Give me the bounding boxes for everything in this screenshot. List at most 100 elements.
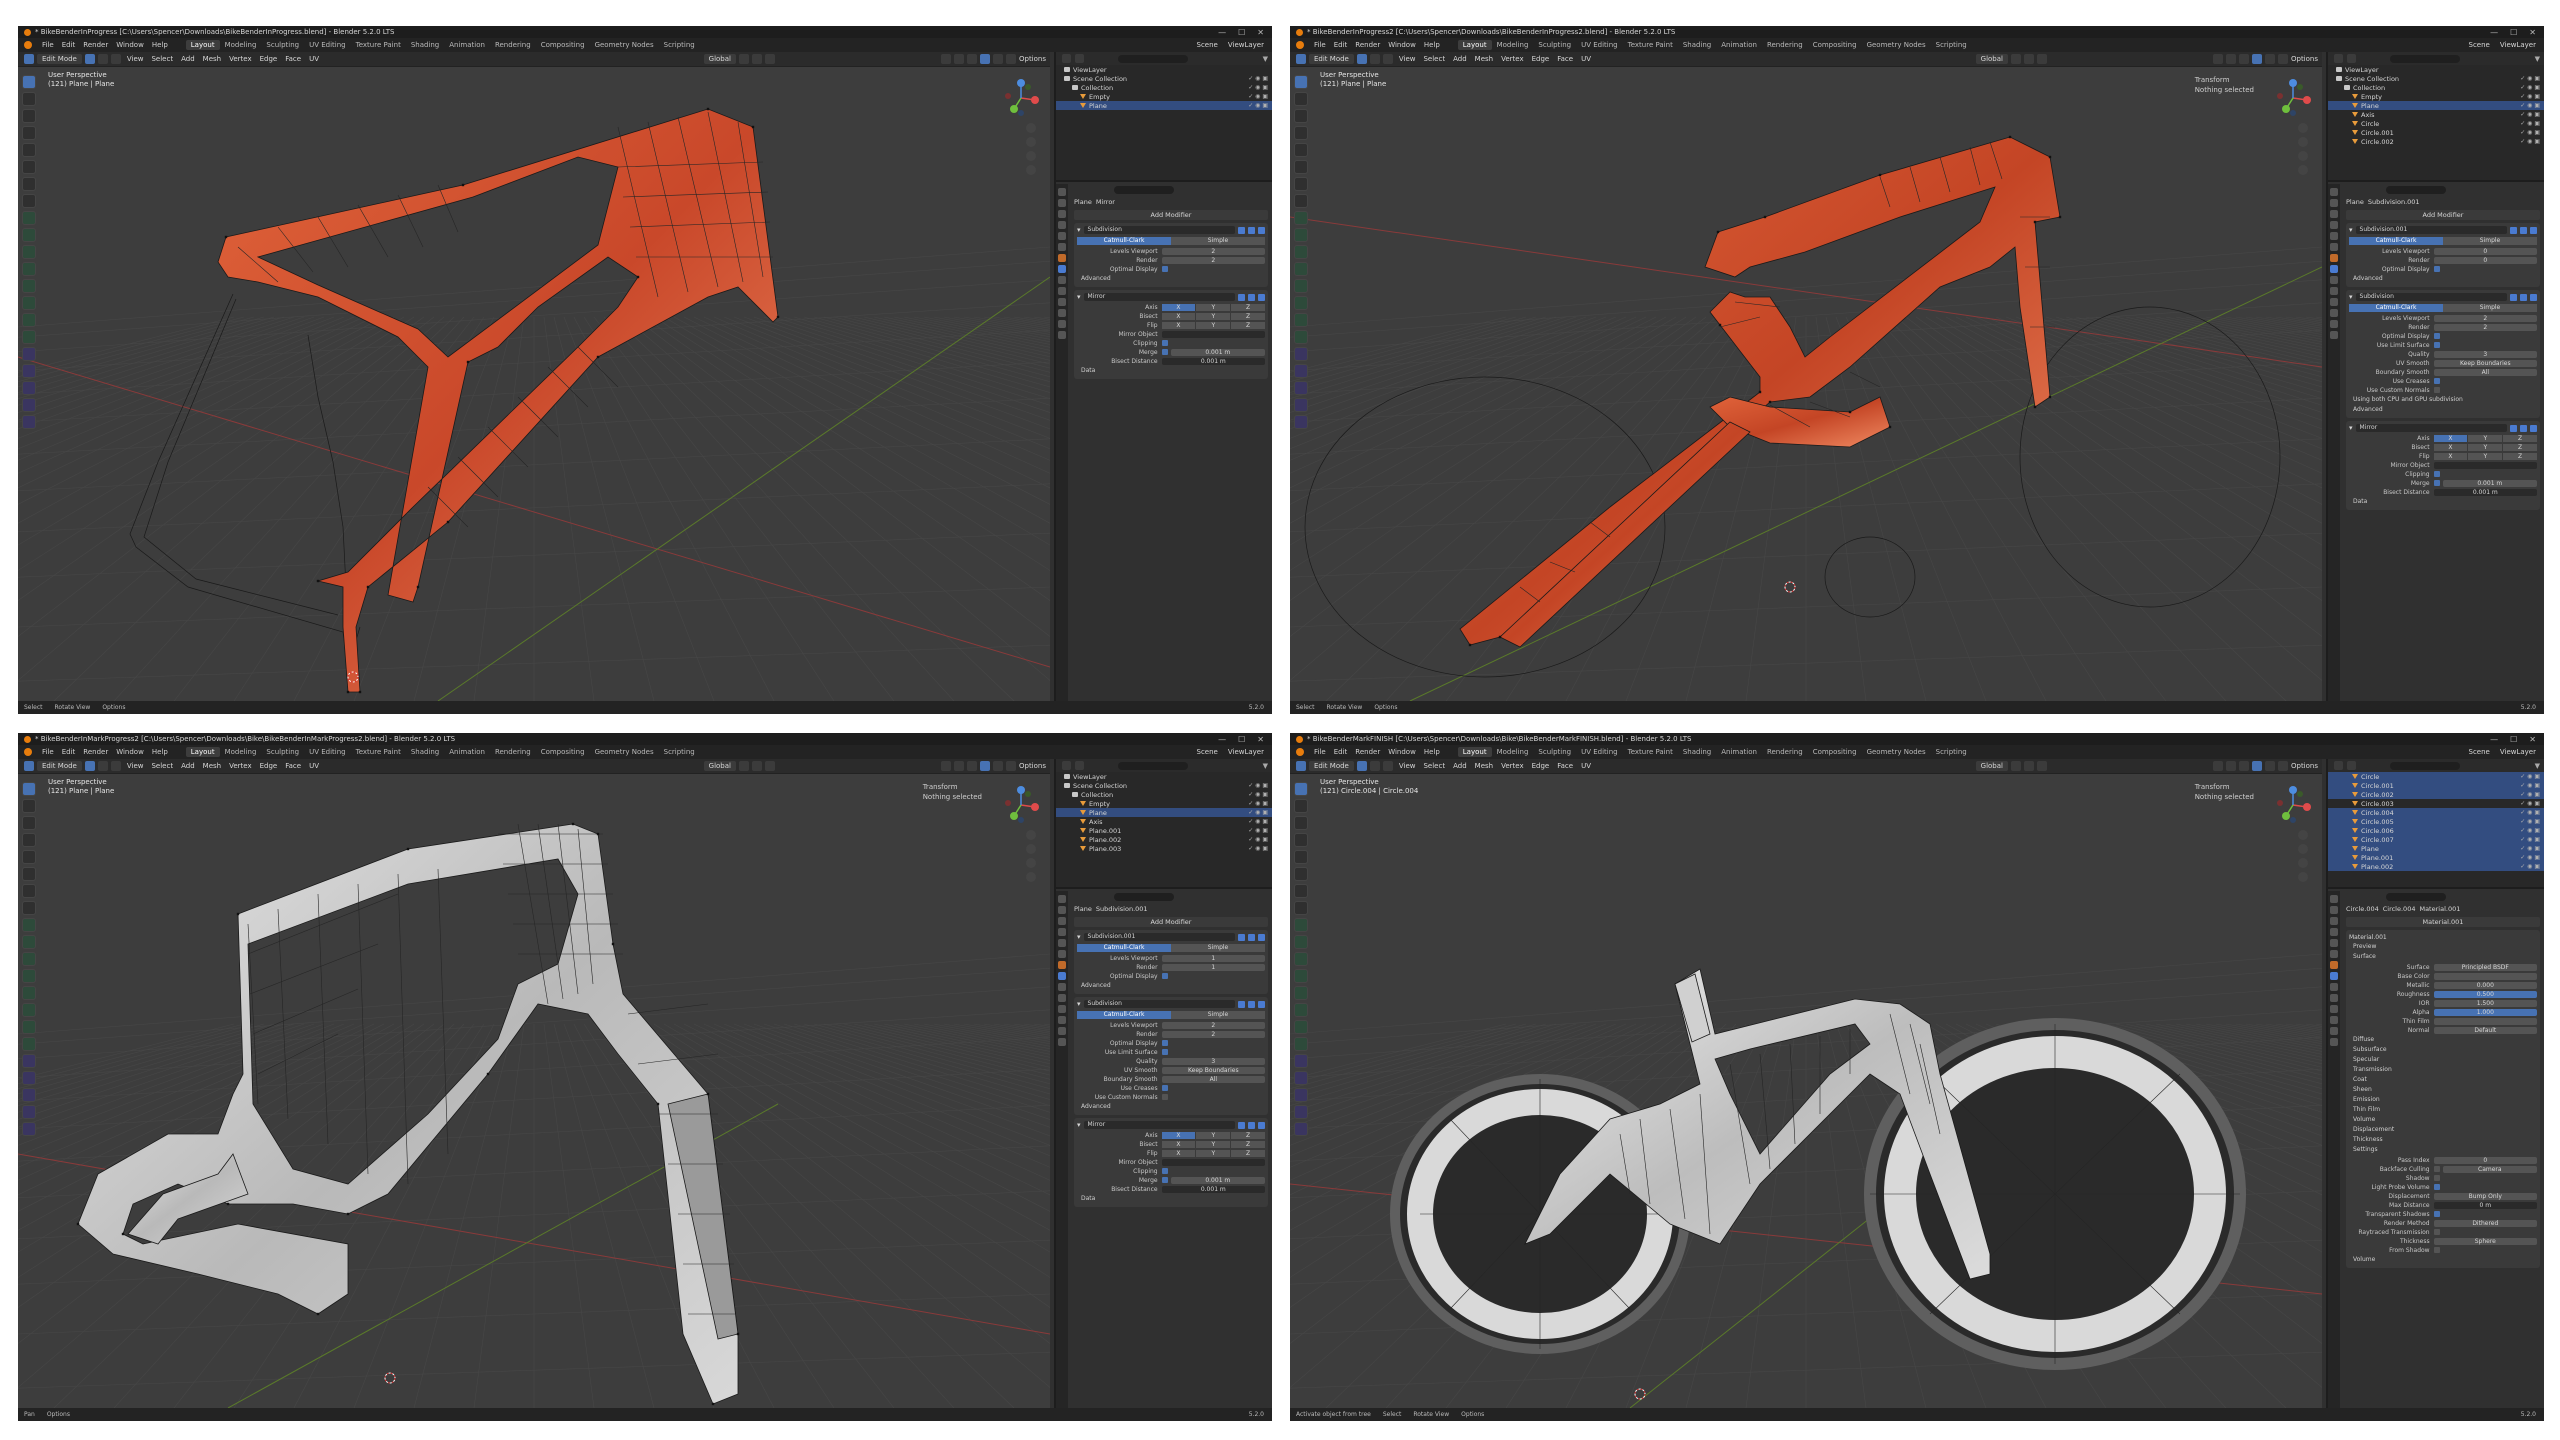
- tool-tab-icon[interactable]: [1058, 188, 1066, 196]
- property-field[interactable]: Normal Default: [2349, 1026, 2537, 1034]
- tab-uv-editing[interactable]: UV Editing: [1576, 40, 1623, 50]
- outliner-row[interactable]: Empty ✓ ◉ ▣: [2328, 92, 2544, 101]
- face-select-icon[interactable]: [1382, 54, 1393, 64]
- tab-geometry-nodes[interactable]: Geometry Nodes: [1862, 747, 1931, 757]
- cursor-tool-icon[interactable]: [22, 799, 36, 813]
- field-value[interactable]: 0.000: [2433, 981, 2537, 989]
- scene-tab-icon[interactable]: [2330, 939, 2338, 947]
- segment-option[interactable]: Simple: [2443, 237, 2537, 245]
- subsection-header[interactable]: Diffuse: [2349, 1036, 2537, 1044]
- filter-icon[interactable]: ▼: [2535, 55, 2540, 63]
- property-field[interactable]: Render 2: [1077, 256, 1265, 264]
- axis-z[interactable]: Z: [2503, 434, 2537, 442]
- solid-shading-icon[interactable]: [979, 54, 990, 64]
- display-mode-icon[interactable]: [2347, 54, 2356, 63]
- blender-menu-icon[interactable]: [24, 41, 32, 49]
- property-field[interactable]: Backface Culling Camera: [2349, 1165, 2537, 1173]
- material-tab-icon[interactable]: [2330, 1027, 2338, 1035]
- property-field[interactable]: Quality 3: [1077, 1057, 1265, 1065]
- property-field[interactable]: Clipping: [1077, 339, 1265, 347]
- navigation-gizmo[interactable]: [1002, 786, 1040, 824]
- checkbox[interactable]: [1161, 340, 1168, 346]
- visibility-toggles[interactable]: ✓ ◉ ▣: [2520, 75, 2540, 82]
- render-toggle-icon[interactable]: [1258, 1000, 1265, 1008]
- blender-menu-icon[interactable]: [24, 748, 32, 756]
- visibility-toggles[interactable]: ✓ ◉ ▣: [2520, 93, 2540, 100]
- section-header[interactable]: Surface: [2349, 953, 2537, 961]
- collapse-chevron-icon[interactable]: ▾: [1077, 1121, 1081, 1129]
- visibility-toggles[interactable]: ✓ ◉ ▣: [2520, 102, 2540, 109]
- viewport-toggle-icon[interactable]: [2520, 226, 2527, 234]
- axis-x[interactable]: X: [1161, 312, 1196, 320]
- data-tab-icon[interactable]: [2330, 1016, 2338, 1024]
- blender-menu-icon[interactable]: [1296, 41, 1304, 49]
- field-value[interactable]: 1.500: [2433, 999, 2537, 1007]
- axis-row[interactable]: Axis X Y Z: [1077, 303, 1265, 311]
- axis-x[interactable]: X: [1161, 1149, 1196, 1157]
- field-value[interactable]: 3: [1161, 1057, 1265, 1065]
- checkbox[interactable]: [1161, 1094, 1168, 1100]
- rip-tool-icon[interactable]: [1294, 1122, 1308, 1136]
- bevel-tool-icon[interactable]: [22, 969, 36, 983]
- segment-option[interactable]: Catmull-Clark: [1077, 1011, 1171, 1019]
- viewport-menu-face[interactable]: Face: [1554, 762, 1576, 770]
- viewport-toggle-icon[interactable]: [1248, 933, 1255, 941]
- field-value[interactable]: 0: [2433, 256, 2537, 264]
- modifier-wrench-tab-icon[interactable]: [2330, 972, 2338, 980]
- close-icon[interactable]: ✕: [1257, 28, 1264, 37]
- viewport-menu-add[interactable]: Add: [178, 762, 198, 770]
- xray-icon[interactable]: [953, 761, 964, 771]
- field-value[interactable]: [2433, 1017, 2537, 1025]
- axis-row[interactable]: Bisect X Y Z: [2349, 443, 2537, 451]
- 3d-viewport[interactable]: User Perspective (121) Plane | Plane: [18, 67, 1050, 701]
- viewport-menu-add[interactable]: Add: [1450, 55, 1470, 63]
- viewport-menu-uv[interactable]: UV: [1578, 55, 1594, 63]
- outliner-row[interactable]: ViewLayer: [1056, 772, 1272, 781]
- outliner-row[interactable]: Circle.006 ✓ ◉ ▣: [2328, 826, 2544, 835]
- section-header[interactable]: Displacement: [2349, 1126, 2537, 1134]
- editmode-toggle-icon[interactable]: [2510, 226, 2517, 234]
- mode-selector[interactable]: Edit Mode: [37, 761, 82, 771]
- face-select-icon[interactable]: [110, 54, 121, 64]
- viewport-menu-mesh[interactable]: Mesh: [1472, 762, 1496, 770]
- property-field[interactable]: Use Limit Surface: [1077, 1048, 1265, 1056]
- checkbox[interactable]: [1161, 1168, 1168, 1174]
- edge-slide-tool-icon[interactable]: [22, 364, 36, 378]
- rotate-tool-icon[interactable]: [22, 126, 36, 140]
- output-tab-icon[interactable]: [2330, 917, 2338, 925]
- loop-cut-tool-icon[interactable]: [1294, 279, 1308, 293]
- section-header[interactable]: Data: [2349, 498, 2537, 506]
- field-value[interactable]: 0 m: [2433, 1201, 2537, 1209]
- wireframe-shading-icon[interactable]: [2238, 54, 2249, 64]
- scene-tab-icon[interactable]: [1058, 232, 1066, 240]
- checkbox[interactable]: [2433, 1229, 2440, 1235]
- ortho-grid-icon[interactable]: [2298, 872, 2308, 882]
- visibility-toggles[interactable]: ✓ ◉ ▣: [1248, 845, 1268, 852]
- modifier-header[interactable]: ▾ Subdivision.001: [1077, 932, 1265, 942]
- viewport-menu-edge[interactable]: Edge: [1529, 762, 1553, 770]
- camera-view-icon[interactable]: [1026, 858, 1036, 868]
- subdivision-type[interactable]: Catmull-Clark Simple: [1077, 237, 1265, 245]
- scene-selector[interactable]: Scene: [2469, 41, 2490, 49]
- viewport-toggle-icon[interactable]: [1248, 226, 1255, 234]
- visibility-toggles[interactable]: ✓ ◉ ▣: [2520, 111, 2540, 118]
- viewport-menu-vertex[interactable]: Vertex: [226, 762, 255, 770]
- material-shading-icon[interactable]: [992, 761, 1003, 771]
- render-toggle-icon[interactable]: [1258, 1121, 1265, 1129]
- tab-scripting[interactable]: Scripting: [1931, 747, 1972, 757]
- physics-tab-icon[interactable]: [1058, 994, 1066, 1002]
- property-field[interactable]: Use Limit Surface: [2349, 341, 2537, 349]
- property-field[interactable]: Transparent Shadows: [2349, 1210, 2537, 1218]
- texture-tab-icon[interactable]: [1058, 331, 1066, 339]
- outliner-row[interactable]: Scene Collection ✓ ◉ ▣: [1056, 74, 1272, 83]
- physics-tab-icon[interactable]: [2330, 287, 2338, 295]
- menu-file[interactable]: File: [38, 748, 58, 756]
- menu-edit[interactable]: Edit: [58, 748, 80, 756]
- overlay-icon[interactable]: [940, 54, 951, 64]
- property-field[interactable]: Use Creases: [2349, 377, 2537, 385]
- xyz-toggle[interactable]: XYZ: [2433, 452, 2537, 460]
- edge-slide-tool-icon[interactable]: [1294, 1071, 1308, 1085]
- property-field[interactable]: Raytraced Transmission: [2349, 1228, 2537, 1236]
- view-layer-selector[interactable]: ViewLayer: [1228, 41, 1264, 49]
- outliner-row[interactable]: Scene Collection ✓ ◉ ▣: [1056, 781, 1272, 790]
